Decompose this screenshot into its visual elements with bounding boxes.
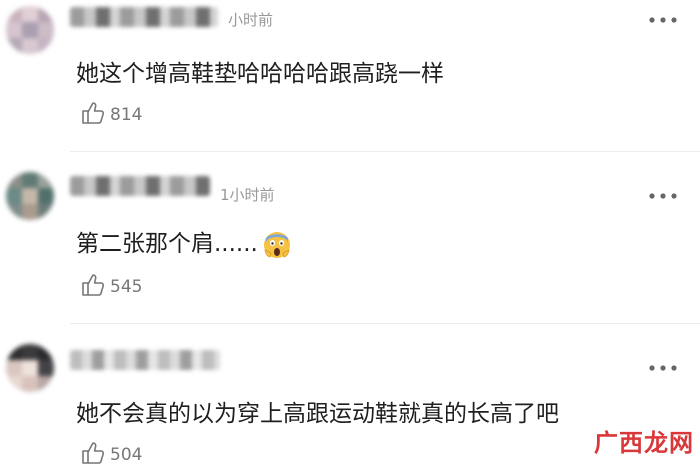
like-button[interactable]: 545 [80, 274, 142, 300]
comment-item: 1小时前 第二张那个肩...... 545 [0, 152, 700, 322]
username-blurred[interactable] [70, 350, 220, 370]
comment-time: 1小时前 [220, 186, 275, 204]
watermark-logo: 广西龙网 [594, 429, 694, 457]
more-dots-icon[interactable] [648, 190, 678, 200]
like-count: 504 [110, 445, 143, 465]
comment-text: 她这个增高鞋垫哈哈哈哈跟高跷一样 [76, 61, 444, 87]
comment-feed: 小时前 她这个增高鞋垫哈哈哈哈跟高跷一样 814 1小时前 第二张那个肩....… [0, 0, 700, 468]
comment-text: 第二张那个肩...... [76, 224, 292, 260]
like-button[interactable]: 504 [80, 442, 142, 468]
more-dots-icon[interactable] [648, 14, 678, 24]
comment-time: 小时前 [228, 11, 274, 29]
like-count: 545 [110, 277, 143, 297]
thumbs-up-icon [80, 440, 106, 468]
avatar[interactable] [6, 344, 54, 392]
avatar[interactable] [6, 6, 54, 54]
comment-text: 她不会真的以为穿上高跟运动鞋就真的长高了吧 [76, 401, 559, 427]
username-blurred[interactable] [70, 7, 218, 27]
comment-item: 小时前 她这个增高鞋垫哈哈哈哈跟高跷一样 814 [0, 0, 700, 150]
comment-text-body: 第二张那个肩...... [76, 231, 258, 257]
more-dots-icon[interactable] [648, 362, 678, 372]
thumbs-up-icon [80, 272, 106, 302]
like-count: 814 [110, 105, 143, 125]
like-button[interactable]: 814 [80, 102, 142, 128]
username-blurred[interactable] [70, 176, 210, 196]
scream-face-emoji [262, 230, 292, 260]
thumbs-up-icon [80, 100, 106, 130]
avatar[interactable] [6, 172, 54, 220]
